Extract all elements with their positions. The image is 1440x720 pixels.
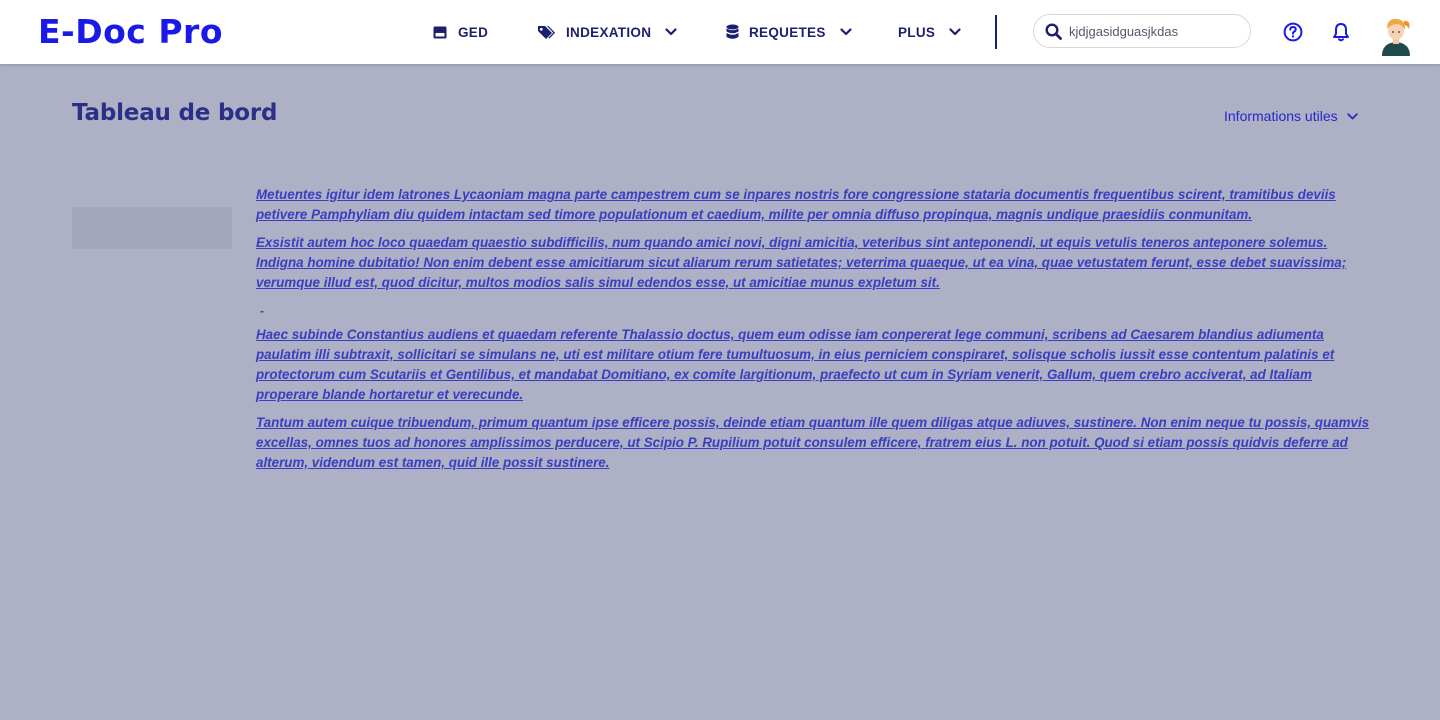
useful-info-toggle[interactable]: Informations utiles bbox=[1224, 108, 1358, 124]
nav-ged-label: GED bbox=[458, 24, 489, 40]
tags-icon bbox=[538, 25, 555, 39]
nav-divider bbox=[995, 15, 997, 49]
info-paragraph[interactable]: Tantum autem cuique tribuendum, primum q… bbox=[256, 413, 1370, 473]
side-placeholder bbox=[72, 207, 232, 249]
nav-plus[interactable]: PLUS bbox=[898, 20, 961, 44]
bell-icon[interactable] bbox=[1332, 22, 1350, 42]
app-logo[interactable]: E-Doc Pro bbox=[38, 10, 223, 54]
folder-icon bbox=[433, 26, 447, 38]
top-navbar: E-Doc Pro GED INDEXATION REQUETES PLUS bbox=[0, 0, 1440, 64]
database-icon bbox=[726, 24, 739, 39]
chevron-down-icon bbox=[1346, 112, 1358, 119]
nav-indexation-label: INDEXATION bbox=[566, 24, 652, 40]
info-paragraph[interactable]: Metuentes igitur idem latrones Lycaoniam… bbox=[256, 185, 1370, 225]
help-circle-icon[interactable] bbox=[1283, 22, 1303, 42]
nav-requetes[interactable]: REQUETES bbox=[726, 20, 852, 44]
info-text-block: Metuentes igitur idem latrones Lycaoniam… bbox=[256, 185, 1370, 481]
chevron-down-icon bbox=[840, 28, 852, 36]
separator-dash: - bbox=[260, 304, 264, 318]
chevron-down-icon bbox=[665, 28, 677, 36]
search-input[interactable] bbox=[1069, 21, 1239, 41]
nav-plus-label: PLUS bbox=[898, 24, 936, 40]
search-icon bbox=[1045, 23, 1062, 40]
nav-requetes-label: REQUETES bbox=[749, 24, 826, 40]
useful-info-label: Informations utiles bbox=[1224, 108, 1338, 124]
chevron-down-icon bbox=[949, 28, 961, 36]
user-avatar[interactable] bbox=[1378, 14, 1414, 56]
page-title: Tableau de bord bbox=[72, 100, 278, 126]
info-paragraph[interactable]: Exsistit autem hoc loco quaedam quaestio… bbox=[256, 233, 1370, 293]
nav-indexation[interactable]: INDEXATION bbox=[537, 20, 677, 44]
nav-ged[interactable]: GED bbox=[433, 20, 488, 44]
info-paragraph[interactable]: Haec subinde Constantius audiens et quae… bbox=[256, 325, 1370, 405]
search-box[interactable] bbox=[1033, 14, 1251, 48]
